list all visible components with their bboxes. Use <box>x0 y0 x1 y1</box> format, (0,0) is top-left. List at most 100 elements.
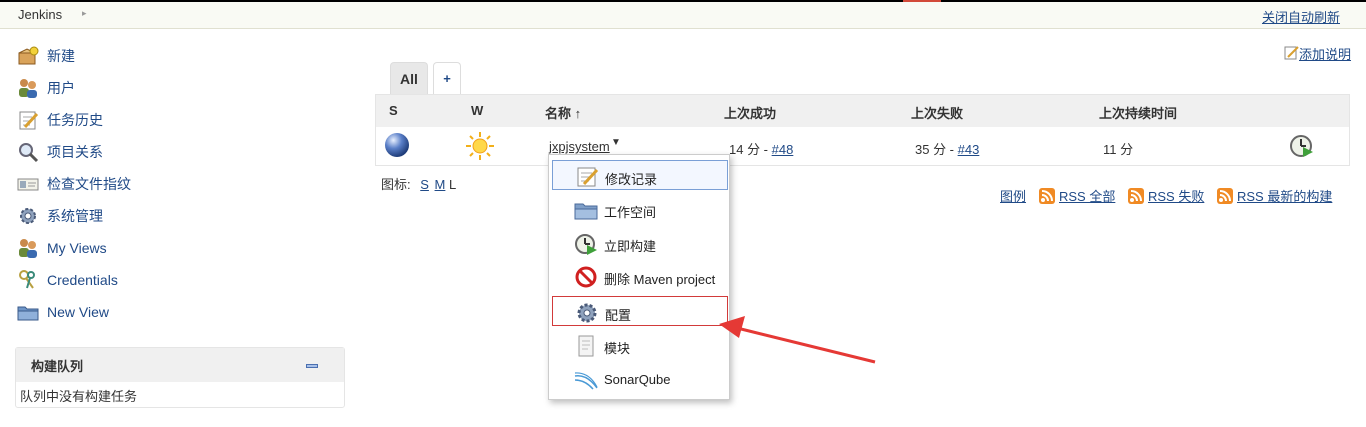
gear-icon <box>17 205 39 227</box>
sidebar-item-project-relationship[interactable]: 项目关系 <box>17 140 103 164</box>
job-context-menu: 修改记录 工作空间 立即构建 删除 Maven project 配置 模块 So… <box>548 154 730 400</box>
column-last-duration[interactable]: 上次持续时间 <box>1099 103 1177 122</box>
sidebar-item-new[interactable]: 新建 <box>17 44 75 68</box>
tab-all[interactable]: All <box>390 62 428 95</box>
gear-icon <box>575 301 599 325</box>
menu-item-delete-project[interactable]: 删除 Maven project <box>552 261 728 291</box>
add-description[interactable]: 添加说明 <box>1284 44 1351 63</box>
sort-ascending-icon: ↑ <box>574 106 582 121</box>
menu-item-workspace[interactable]: 工作空间 <box>552 194 728 224</box>
fingerprint-card-icon <box>17 173 39 195</box>
build-queue-empty-text: 队列中没有构建任务 <box>20 389 138 404</box>
column-name[interactable]: 名称 ↑ <box>545 103 581 122</box>
tab-add-view[interactable]: + <box>433 62 461 95</box>
sidebar-item-label[interactable]: My Views <box>47 240 107 256</box>
icon-size-selector: 图标: S M L <box>381 174 456 193</box>
menu-item-changes[interactable]: 修改记录 <box>552 160 728 190</box>
projects-table: S W 名称 ↑ 上次成功 上次失败 上次持续时间 jxpjsystem ▼ 1… <box>375 94 1350 166</box>
table-row: jxpjsystem ▼ 14 分 - #48 35 分 - #43 11 分 <box>376 127 1349 165</box>
build-queue-title[interactable]: 构建队列 <box>31 356 83 375</box>
folder-icon <box>574 198 598 222</box>
icon-size-medium-link[interactable]: M <box>435 177 446 192</box>
job-dropdown-chevron-icon[interactable]: ▼ <box>611 137 621 148</box>
menu-item-label: SonarQube <box>604 372 671 387</box>
rss-latest-link-wrap[interactable]: RSS 最新的构建 <box>1217 186 1332 205</box>
sidebar-item-users[interactable]: 用户 <box>17 76 75 100</box>
menu-item-label: 配置 <box>605 308 632 323</box>
users-icon <box>17 77 39 99</box>
last-failure-build-link[interactable]: #43 <box>958 142 980 157</box>
build-queue-panel: 构建队列 队列中没有构建任务 <box>15 347 345 408</box>
menu-item-sonarqube[interactable]: SonarQube <box>552 364 728 394</box>
menu-item-modules[interactable]: 模块 <box>552 330 728 360</box>
collapse-icon[interactable] <box>306 364 318 368</box>
sidebar-item-label[interactable]: 系统管理 <box>47 206 103 226</box>
weather-sunny-icon <box>465 131 495 164</box>
annotation-arrow <box>719 316 876 364</box>
last-success-cell: 14 分 - #48 <box>729 139 793 158</box>
rss-feed-icon <box>1217 187 1233 204</box>
table-header: S W 名称 ↑ 上次成功 上次失败 上次持续时间 <box>376 95 1349 127</box>
rss-feed-icon <box>1039 187 1055 204</box>
users-icon <box>17 237 39 259</box>
breadcrumb-bar: Jenkins ▸ 关闭自动刷新 <box>0 2 1366 29</box>
menu-item-label: 工作空间 <box>604 205 657 220</box>
last-failure-time: 35 分 - <box>915 142 958 157</box>
column-last-success[interactable]: 上次成功 <box>724 103 776 122</box>
document-icon <box>574 334 598 358</box>
icon-size-large-current: L <box>449 177 457 192</box>
last-success-build-link[interactable]: #48 <box>772 142 794 157</box>
menu-item-build-now[interactable]: 立即构建 <box>552 228 728 258</box>
menu-item-configure[interactable]: 配置 <box>552 296 728 326</box>
last-success-time: 14 分 - <box>729 142 772 157</box>
sidebar-item-new-view[interactable]: New View <box>17 300 109 324</box>
folder-icon <box>17 301 39 323</box>
sidebar-item-label[interactable]: 检查文件指纹 <box>47 174 131 194</box>
sidebar-item-label[interactable]: 任务历史 <box>47 110 103 130</box>
sidebar-item-fingerprint[interactable]: 检查文件指纹 <box>17 172 131 196</box>
rss-latest-link[interactable]: RSS 最新的构建 <box>1237 186 1332 205</box>
sidebar-item-my-views[interactable]: My Views <box>17 236 107 260</box>
sidebar-item-credentials[interactable]: Credentials <box>17 268 118 292</box>
column-name-label: 名称 <box>545 106 572 121</box>
clock-play-icon <box>574 232 598 256</box>
add-description-link[interactable]: 添加说明 <box>1299 44 1351 63</box>
notepad-icon <box>575 165 599 189</box>
no-entry-icon <box>574 265 598 289</box>
icon-size-small-link[interactable]: S <box>420 177 429 192</box>
column-weather[interactable]: W <box>471 103 483 118</box>
column-status[interactable]: S <box>389 103 398 118</box>
legend-link[interactable]: 图例 <box>1000 186 1026 205</box>
sidebar-item-manage-jenkins[interactable]: 系统管理 <box>17 204 103 228</box>
rss-all-link[interactable]: RSS 全部 <box>1059 186 1115 205</box>
icon-size-label: 图标: <box>381 177 411 192</box>
notepad-icon <box>17 109 39 131</box>
sidebar-item-label[interactable]: New View <box>47 304 109 320</box>
sidebar-item-label[interactable]: 用户 <box>47 78 75 98</box>
column-last-failure[interactable]: 上次失败 <box>911 103 963 122</box>
rss-all-link-wrap[interactable]: RSS 全部 <box>1039 186 1115 205</box>
menu-item-label: 模块 <box>604 341 631 356</box>
legend-link-wrap: 图例 <box>1000 186 1026 205</box>
job-name-link[interactable]: jxpjsystem <box>549 139 610 154</box>
sidebar-item-label[interactable]: 新建 <box>47 46 75 66</box>
rss-failed-link[interactable]: RSS 失败 <box>1148 186 1204 205</box>
menu-item-label: 删除 Maven project <box>604 272 716 287</box>
disable-autorefresh-link[interactable]: 关闭自动刷新 <box>1262 7 1340 26</box>
last-failure-cell: 35 分 - #43 <box>915 139 979 158</box>
schedule-build-icon[interactable] <box>1289 133 1315 162</box>
breadcrumb-chevron-icon[interactable]: ▸ <box>82 8 87 19</box>
sonar-waves-icon <box>574 368 598 392</box>
rss-failed-link-wrap[interactable]: RSS 失败 <box>1128 186 1204 205</box>
breadcrumb-home-link[interactable]: Jenkins <box>18 7 62 22</box>
sidebar-item-build-history[interactable]: 任务历史 <box>17 108 103 132</box>
sidebar-item-label[interactable]: 项目关系 <box>47 142 103 162</box>
search-icon <box>17 141 39 163</box>
rss-feed-icon <box>1128 187 1144 204</box>
sidebar-item-label[interactable]: Credentials <box>47 272 118 288</box>
menu-item-label: 立即构建 <box>604 239 657 254</box>
new-package-icon <box>17 45 39 67</box>
last-duration-cell: 11 分 <box>1103 142 1134 157</box>
status-ball-icon <box>384 132 410 161</box>
keys-icon <box>17 269 39 291</box>
